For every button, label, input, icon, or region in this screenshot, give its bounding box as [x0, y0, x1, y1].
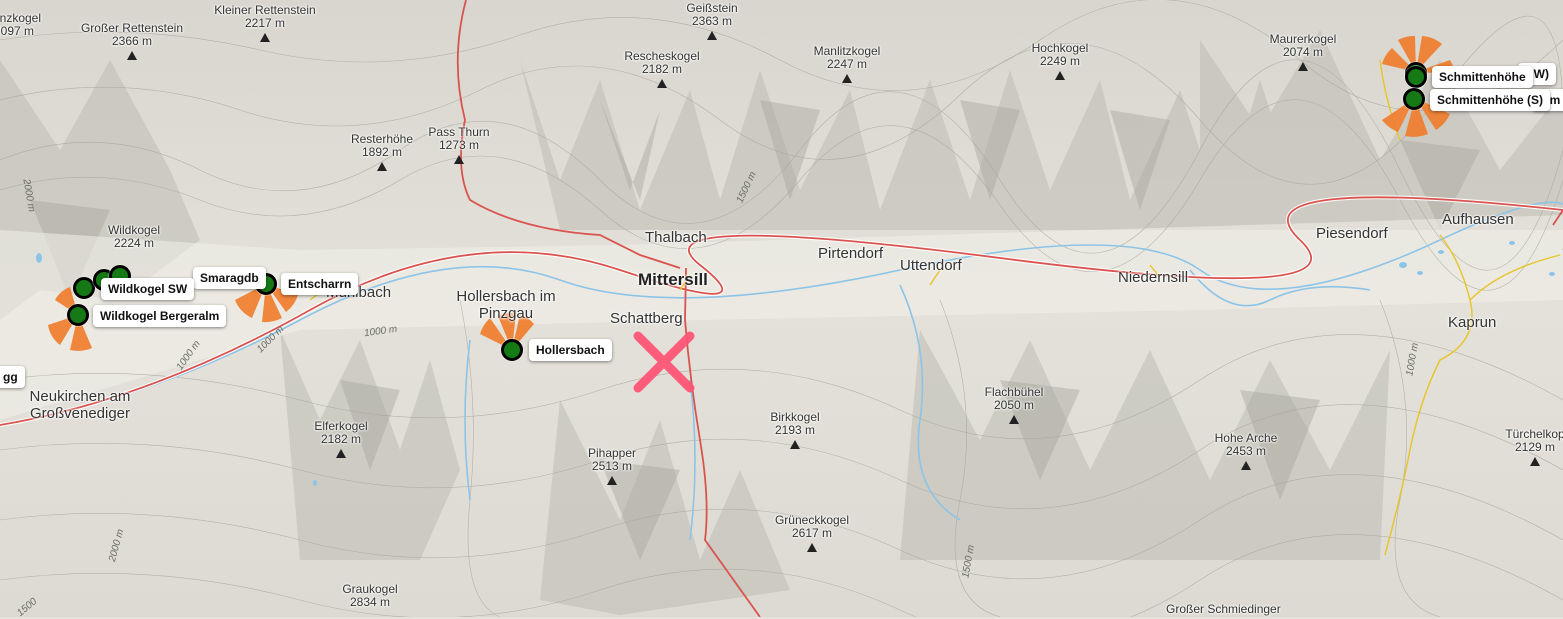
peak-elevation: 1892 m [361, 145, 403, 160]
place-thalbach: Thalbach [645, 229, 707, 246]
peak-elevation: 1273 m [438, 138, 480, 153]
x-mark-icon [633, 331, 695, 393]
peak-triangle-icon [1298, 61, 1308, 71]
peak-elevation: 2129 m [1514, 440, 1556, 455]
peak-elevation: 2834 m [349, 595, 391, 610]
peak-triangle-icon [454, 154, 464, 164]
place-kaprun: Kaprun [1448, 314, 1497, 331]
peak-elevation: 2193 m [774, 423, 816, 438]
station-label-schmittenhoehe[interactable]: Schmittenhöhe [1432, 66, 1533, 88]
station-label-wildkogel-sw[interactable]: Wildkogel SW [101, 278, 195, 300]
place-neukirchen: Neukirchen am Großvenediger [29, 388, 131, 422]
peak-elferkogel: Elferkogel 2182 m [301, 419, 381, 458]
station-marker[interactable] [501, 339, 523, 361]
station-label-smaragdb[interactable]: Smaragdb [193, 267, 266, 289]
peak-pass-thurn: Pass Thurn 1273 m [419, 125, 499, 164]
peak-elevation: 2453 m [1225, 444, 1267, 459]
peak-elevation: 2249 m [1039, 54, 1081, 69]
peak-triangle-icon [657, 78, 667, 88]
place-mittersill: Mittersill [638, 270, 708, 289]
station-marker[interactable] [67, 304, 89, 326]
station-label-gg[interactable]: gg [0, 366, 25, 388]
peak-triangle-icon [842, 73, 852, 83]
selected-location-marker[interactable] [630, 328, 698, 396]
peak-elevation: 2224 m [113, 236, 155, 251]
peak-kleiner-rettenstein: Kleiner Rettenstein 2217 m [205, 3, 325, 42]
peak-triangle-icon [607, 475, 617, 485]
station-label-entscharrn[interactable]: Entscharrn [281, 273, 359, 295]
peak-triangle-icon [1530, 456, 1540, 466]
peak-pihapper: Pihapper 2513 m [572, 446, 652, 485]
peak-birkkogel: Birkkogel 2193 m [755, 410, 835, 449]
peak-elevation: 2050 m [993, 398, 1035, 413]
place-aufhausen: Aufhausen [1442, 211, 1514, 228]
peak-triangle-icon [127, 50, 137, 60]
peak-elevation: 2182 m [320, 432, 362, 447]
peak-triangle-icon [707, 30, 717, 40]
peak-elevation: 2366 m [111, 34, 153, 49]
peak-triangle-icon [1241, 460, 1251, 470]
station-marker[interactable] [73, 277, 95, 299]
peak-rescheskogel: Rescheskogel 2182 m [612, 49, 712, 88]
peak-triangle-icon [377, 161, 387, 171]
peak-elevation: 2074 m [1282, 45, 1324, 60]
peak-triangle-icon [336, 448, 346, 458]
peak-hochkogel: Hochkogel 2249 m [1020, 41, 1100, 80]
peak-graukogel: Graukogel 2834 m [330, 582, 410, 610]
peak-resterhoehe: Resterhöhe 1892 m [342, 132, 422, 171]
peak-grosser-rettenstein: Großer Rettenstein 2366 m [72, 21, 192, 60]
peak-tanzkogel: Tanzkogel2097 m [0, 11, 54, 39]
peak-triangle-icon [1009, 414, 1019, 424]
peak-hohe-arche: Hohe Arche 2453 m [1206, 431, 1286, 470]
peak-elevation: 2097 m [0, 24, 35, 39]
peak-triangle-icon [260, 32, 270, 42]
station-marker[interactable] [1405, 66, 1427, 88]
station-marker[interactable] [1403, 88, 1425, 110]
peak-manlitzkogel: Manlitzkogel 2247 m [797, 44, 897, 83]
place-hollersbach: Hollersbach im Pinzgau [456, 288, 556, 322]
station-label-hollersbach[interactable]: Hollersbach [529, 339, 612, 361]
place-niedernsill: Niedernsill [1118, 269, 1189, 286]
peak-triangle-icon [790, 439, 800, 449]
peak-grueneckkogel: Grüneckkogel 2617 m [762, 513, 862, 552]
peak-wildkogel: Wildkogel 2224 m [94, 223, 174, 251]
peak-elevation: 2182 m [641, 62, 683, 77]
peak-triangle-icon [807, 542, 817, 552]
place-schattberg: Schattberg [610, 310, 683, 327]
peak-elevation: 2617 m [791, 526, 833, 541]
peak-tuerchelkop: Türchelkop 2129 m [1500, 427, 1563, 466]
station-label-schmittenhoehe-s[interactable]: Schmittenhöhe (S) [1430, 89, 1551, 111]
peak-elevation: 2217 m [244, 16, 286, 31]
peak-triangle-icon [1055, 70, 1065, 80]
place-piesendorf: Piesendorf [1316, 225, 1388, 242]
peak-geissstein: Geißstein 2363 m [672, 1, 752, 40]
place-pirtendorf: Pirtendorf [818, 245, 884, 262]
peak-elevation: 2363 m [691, 14, 733, 29]
place-uttendorf: Uttendorf [900, 257, 962, 274]
peak-maurerkogel: Maurerkogel 2074 m [1258, 32, 1348, 71]
station-label-wildkogel-bergeralm[interactable]: Wildkogel Bergeralm [93, 305, 227, 327]
peak-flachbuehel: Flachbühel 2050 m [974, 385, 1054, 424]
place-grosser-schmiedinger: Großer Schmiedinger [1166, 602, 1281, 616]
peak-elevation: 2247 m [826, 57, 868, 72]
peak-elevation: 2513 m [591, 459, 633, 474]
